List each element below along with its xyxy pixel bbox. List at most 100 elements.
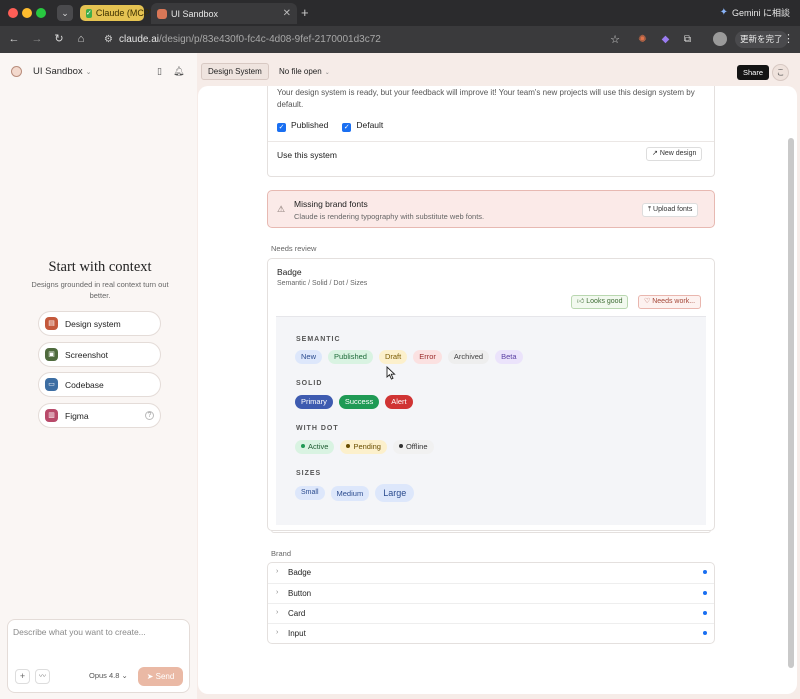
address-bar[interactable]: ⚙ claude.ai/design/p/83e430f0-fc4c-4d08-… — [96, 29, 626, 50]
project-logo-icon — [11, 66, 22, 77]
home-icon[interactable]: ⌂ — [74, 32, 88, 46]
update-button[interactable]: 更新を完了 — [735, 31, 788, 48]
status-checkboxes: ✓ Published ✓ Default — [277, 120, 383, 132]
alert-subtitle: Claude is rendering typography with subs… — [294, 212, 485, 221]
back-arrow-icon[interactable]: ← — [7, 32, 21, 46]
badge: Small — [295, 486, 325, 500]
brand-item-button[interactable]: › Button — [268, 583, 714, 603]
tab-design-system[interactable]: Design System — [201, 63, 269, 80]
brand-item-card[interactable]: › Card — [268, 603, 714, 623]
status-dot-icon — [398, 444, 403, 448]
warning-triangle-icon: ⚠ — [277, 204, 286, 214]
size-badges: Small Medium Large — [295, 484, 415, 502]
close-window-icon[interactable] — [8, 8, 18, 18]
brand-item-input[interactable]: › Input — [268, 623, 714, 643]
chevron-right-icon: › — [276, 589, 279, 596]
badge: Active — [295, 440, 335, 454]
new-design-button[interactable]: ↗ New design — [646, 147, 703, 161]
badge: Primary — [295, 395, 333, 409]
extensions-puzzle-icon[interactable]: ⧉ — [681, 33, 694, 46]
chrome-profile-avatar[interactable] — [713, 32, 727, 46]
status-dot-icon — [346, 444, 351, 448]
button-label: Codebase — [65, 379, 104, 390]
default-checkbox[interactable]: ✓ Default — [342, 120, 383, 132]
checkbox-checked-icon: ✓ — [277, 123, 286, 132]
notifications-bell-icon[interactable]: 🔔︎ — [173, 66, 184, 77]
share-button[interactable]: Share — [737, 65, 770, 80]
voice-input-icon[interactable]: 〰 — [35, 669, 50, 684]
context-design-system-button[interactable]: ▤ Design system — [38, 311, 161, 336]
context-codebase-button[interactable]: ▭ Codebase — [38, 372, 161, 397]
file-dropdown[interactable]: No file open ⌄ — [279, 67, 330, 76]
checkbox-checked-icon: ✓ — [342, 123, 352, 132]
gemini-button[interactable]: ✦ Gemini に相談 — [720, 6, 790, 19]
brand-component-list: › Badge › Button › Card › Input — [267, 562, 715, 644]
user-avatar[interactable]: こ — [772, 64, 789, 81]
reload-icon[interactable]: ↻ — [52, 32, 66, 46]
badge: Beta — [495, 350, 523, 364]
close-tab-icon[interactable]: ✕ — [283, 8, 291, 19]
design-system-card: Your design system is ready, but your fe… — [267, 86, 715, 177]
chevron-right-icon: › — [276, 629, 279, 636]
badge: Medium — [330, 485, 370, 501]
model-selector[interactable]: Opus 4.8 ⌄ — [89, 671, 128, 680]
forward-arrow-icon[interactable]: → — [30, 32, 44, 46]
item-label: Badge — [288, 568, 312, 577]
extension-purple-icon[interactable]: ◆ — [659, 33, 672, 46]
mouse-pointer-icon — [386, 366, 396, 380]
tab-list-chevron-icon[interactable]: ⌄ — [57, 5, 73, 21]
missing-fonts-alert: ⚠ Missing brand fonts Claude is renderin… — [267, 190, 715, 228]
project-switcher[interactable]: UI Sandbox ⌄ — [33, 66, 92, 77]
dot-badges: Active Pending Offline — [295, 440, 434, 454]
badge: Success — [338, 395, 380, 409]
send-button[interactable]: ➤ Send — [138, 667, 183, 686]
gemini-label: Gemini に相談 — [731, 8, 790, 18]
semantic-badges: New Published Draft Error Archived Beta — [295, 350, 523, 364]
button-label: Figma — [65, 410, 89, 421]
status-dot-icon — [703, 570, 707, 574]
chevron-down-icon: ⌄ — [324, 70, 330, 76]
context-figma-button[interactable]: ▥ Figma ? — [38, 403, 161, 428]
tab-label: Claude (MCP) — [95, 8, 153, 18]
tab-claude-mcp[interactable]: ✓ Claude (MCP) — [80, 5, 153, 21]
context-screenshot-button[interactable]: ▣ Screenshot — [38, 342, 161, 367]
badge: Offline — [392, 440, 434, 454]
canvas-scrollbar[interactable] — [788, 138, 794, 668]
published-checkbox[interactable]: ✓ Published — [277, 120, 328, 132]
browser-toolbar: ← → ↻ ⌂ ⚙ claude.ai/design/p/83e430f0-fc… — [0, 26, 800, 53]
bookmark-star-icon[interactable]: ☆ — [610, 33, 620, 46]
chevron-right-icon: › — [276, 609, 279, 616]
group-heading: SEMANTIC — [296, 336, 341, 343]
prompt-input[interactable] — [13, 627, 183, 647]
help-icon[interactable]: ? — [145, 411, 154, 420]
needs-work-button[interactable]: ♡ Needs work... — [638, 295, 702, 309]
new-tab-plus-icon[interactable]: + — [301, 6, 309, 19]
design-system-icon: ▤ — [45, 317, 58, 330]
brand-item-badge[interactable]: › Badge — [268, 563, 714, 583]
minimize-window-icon[interactable] — [22, 8, 32, 18]
looks-good-button[interactable]: 👍︎ Looks good — [571, 295, 629, 309]
maximize-window-icon[interactable] — [36, 8, 46, 18]
component-variants: Semantic / Solid / Dot / Sizes — [277, 280, 368, 287]
site-settings-icon[interactable]: ⚙ — [104, 34, 113, 45]
chevron-right-icon: › — [276, 568, 279, 575]
claude-favicon-icon — [157, 8, 167, 19]
group-heading: WITH DOT — [296, 425, 339, 432]
codebase-icon: ▭ — [45, 378, 58, 391]
sidebar-toggle-icon[interactable]: ▯ — [154, 66, 165, 77]
composer: + 〰 Opus 4.8 ⌄ ➤ Send — [7, 619, 190, 693]
item-label: Button — [288, 589, 312, 598]
badge-preview: SEMANTIC New Published Draft Error Archi… — [276, 316, 706, 525]
item-label: Card — [288, 609, 306, 618]
upload-fonts-button[interactable]: ⤒ Upload fonts — [642, 203, 699, 217]
badge: Draft — [378, 350, 408, 364]
add-attachment-plus-icon[interactable]: + — [15, 669, 30, 684]
button-label: Screenshot — [65, 349, 108, 360]
browser-menu-icon[interactable]: ⋮ — [783, 32, 794, 45]
screenshot-icon: ▣ — [45, 348, 58, 361]
tab-ui-sandbox[interactable]: UI Sandbox ✕ — [151, 3, 297, 24]
item-label: Input — [288, 629, 306, 638]
badge: Error — [413, 350, 442, 364]
extension-claude-icon[interactable]: ✺ — [636, 33, 649, 46]
main-panel: Design System No file open ⌄ Share こ Your… — [197, 53, 800, 699]
